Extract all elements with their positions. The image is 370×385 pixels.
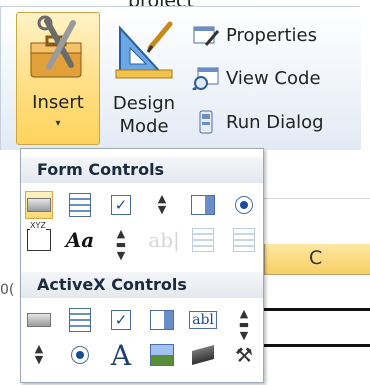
cell-border [264,308,370,311]
spin-button-icon: ▲ ▼ [157,192,167,216]
text-field-icon: ab| [148,228,180,252]
design-mode-label-line1: Design [112,93,176,114]
toolbox-icon [30,15,82,78]
form-combo-box-control[interactable] [66,191,94,219]
check-box-icon: ✓ [111,310,131,330]
form-check-box-control[interactable]: ✓ [107,191,135,219]
form-text-field-control[interactable]: ab| [146,226,182,254]
scroll-bar-icon: ▲ ▬ ▼ [238,307,250,342]
group-box-text: XYZ [30,221,46,230]
text-box-icon: abl [189,311,217,329]
activex-command-button-control[interactable] [25,306,53,334]
properties-icon [192,23,220,47]
combo-box-icon [69,308,91,332]
activex-more-controls[interactable]: ⚒ [230,341,258,369]
activex-scroll-bar-control[interactable]: ▲ ▬ ▼ [230,306,258,342]
design-mode-icon [115,21,173,79]
properties-label: Properties [226,24,317,46]
spin-button-icon: ▲ ▼ [34,342,44,366]
properties-button[interactable]: Properties [192,22,317,48]
command-button-icon [27,313,51,327]
activex-check-box-control[interactable]: ✓ [107,306,135,334]
design-mode-label: Design Mode [104,92,184,138]
combo-drop-down-edit-icon [233,228,255,252]
image-icon [150,344,174,366]
form-controls-heading: Form Controls [21,157,263,183]
activex-controls-heading: ActiveX Controls [21,272,263,298]
design-mode-button[interactable] [112,18,176,82]
combo-box-icon [69,193,91,217]
form-option-button-control[interactable] [230,191,258,219]
form-scroll-bar-control[interactable]: ▲ ▬ ▼ [107,226,135,262]
activex-combo-box-control[interactable] [66,306,94,334]
form-combo-drop-down-edit-control[interactable] [230,226,258,254]
column-header-c[interactable]: C [264,244,370,275]
column-header-label: C [309,247,323,269]
activex-option-button-control[interactable] [66,341,94,369]
form-list-box-control[interactable] [189,191,217,219]
grid-line [264,198,370,199]
group-box-icon: XYZ [27,221,51,251]
form-button-control[interactable] [25,191,53,219]
design-mode-label-line2: Mode [119,116,169,137]
option-button-icon [235,196,253,214]
view-code-icon [192,66,220,92]
run-dialog-icon [192,110,220,134]
label-icon: Aa [65,228,95,252]
toggle-button-icon [192,345,214,365]
activex-text-box-control[interactable]: abl [187,306,219,334]
label-icon: A [110,338,132,372]
row-number: 0( [0,282,15,298]
run-dialog-label: Run Dialog [226,111,324,133]
insert-label: Insert [32,92,84,113]
cell-border [264,344,370,347]
activex-image-control[interactable] [148,341,176,369]
activex-label-control[interactable]: A [107,338,135,372]
list-box-icon [150,310,174,330]
form-combo-list-edit-control[interactable] [189,226,217,254]
chevron-down-icon: ▾ [55,118,61,129]
button-icon [27,198,51,212]
check-box-icon: ✓ [111,195,131,215]
activex-list-box-control[interactable] [148,306,176,334]
form-spin-button-control[interactable]: ▲ ▼ [148,191,176,219]
view-code-button[interactable]: View Code [192,65,321,92]
insert-controls-dropdown [20,148,264,383]
form-group-box-control[interactable]: XYZ [25,221,53,254]
option-button-icon [71,346,89,364]
form-label-control[interactable]: Aa [66,226,94,254]
combo-list-edit-icon [192,228,214,252]
activex-spin-button-control[interactable]: ▲ ▼ [25,341,53,369]
run-dialog-button[interactable]: Run Dialog [192,109,324,135]
view-code-label: View Code [226,67,321,89]
more-controls-icon: ⚒ [235,343,253,367]
scroll-bar-icon: ▲ ▬ ▼ [115,227,127,262]
list-box-icon [191,195,215,215]
activex-toggle-button-control[interactable] [189,341,217,369]
